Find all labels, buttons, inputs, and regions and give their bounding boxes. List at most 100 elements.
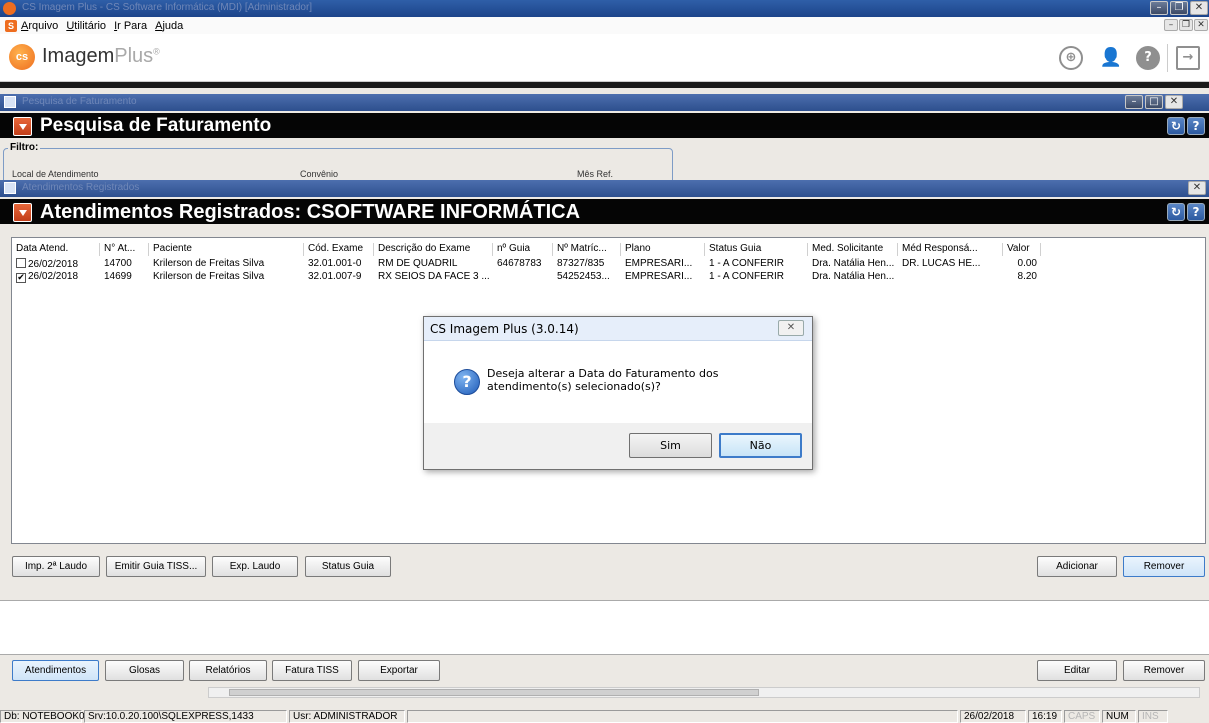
cell-data: 26/02/2018 bbox=[28, 259, 79, 270]
table-row[interactable]: ✔ 26/02/2018 14699 Krilerson de Freitas S… bbox=[12, 271, 1041, 284]
menu-logo-icon: S bbox=[5, 19, 17, 32]
row-checkbox-checked[interactable]: ✔ bbox=[16, 273, 26, 283]
table-row[interactable]: 26/02/2018 14700 Krilerson de Freitas Si… bbox=[12, 258, 1041, 271]
col-header-descricao[interactable]: Descrição do Exame bbox=[374, 243, 493, 256]
tab-fatura-tiss[interactable]: Fatura TISS bbox=[272, 660, 352, 681]
collapse-arrow-icon[interactable] bbox=[13, 117, 32, 136]
brand-name: ImagemPlus® bbox=[42, 45, 160, 68]
refresh-icon[interactable]: ↻ bbox=[1167, 203, 1185, 221]
mdi-minimize-icon[interactable]: – bbox=[1164, 19, 1178, 31]
col-header-data[interactable]: Data Atend. bbox=[12, 243, 100, 256]
col-header-guia[interactable]: nº Guia bbox=[493, 243, 553, 256]
pesquisa-header: Pesquisa de Faturamento ↻ ? bbox=[0, 113, 1209, 140]
remover-button[interactable]: Remover bbox=[1123, 556, 1205, 577]
restore-icon[interactable]: ❐ bbox=[1170, 1, 1188, 15]
imp-2a-laudo-button[interactable]: Imp. 2ª Laudo bbox=[12, 556, 100, 577]
pesquisa-window-titlebar: Pesquisa de Faturamento – □ ✕ bbox=[0, 94, 1209, 111]
cell-descricao: RX SEIOS DA FACE 3 ... bbox=[378, 271, 490, 282]
mdi-top-strip bbox=[0, 82, 1209, 88]
cell-matricula: 87327/835 bbox=[557, 258, 605, 269]
dialog-titlebar: CS Imagem Plus (3.0.14) ✕ bbox=[424, 317, 812, 341]
status-guia-button[interactable]: Status Guia bbox=[305, 556, 391, 577]
cell-status: 1 - A CONFERIR bbox=[709, 271, 785, 282]
window-icon bbox=[4, 182, 16, 194]
emitir-guia-tiss-button[interactable]: Emitir Guia TISS... bbox=[106, 556, 206, 577]
cell-valor: 0.00 bbox=[1017, 258, 1037, 269]
brand-name-text: Imagem bbox=[42, 45, 115, 67]
cell-descricao: RM DE QUADRIL bbox=[378, 258, 458, 269]
cell-med-responsavel bbox=[898, 271, 1003, 284]
col-header-med-solicitante[interactable]: Med. Solicitante bbox=[808, 243, 898, 256]
brand-plus-text: Plus bbox=[114, 45, 154, 67]
dialog-message: Deseja alterar a Data do Faturamento dos… bbox=[487, 367, 719, 393]
exp-laudo-button[interactable]: Exp. Laudo bbox=[212, 556, 298, 577]
close-icon[interactable]: ✕ bbox=[1190, 1, 1208, 15]
tab-glosas[interactable]: Glosas bbox=[105, 660, 184, 681]
menu-utilitario[interactable]: Utilitário bbox=[66, 20, 106, 32]
cell-med-responsavel: DR. LUCAS HE... bbox=[902, 258, 981, 269]
col-header-cod-exame[interactable]: Cód. Exame bbox=[304, 243, 374, 256]
remover-bottom-button[interactable]: Remover bbox=[1123, 660, 1205, 681]
adicionar-button[interactable]: Adicionar bbox=[1037, 556, 1117, 577]
user-icon[interactable]: 👤 bbox=[1099, 46, 1123, 70]
globe-icon[interactable]: ⊕ bbox=[1059, 46, 1083, 70]
cell-med-solicitante: Dra. Natália Hen... bbox=[812, 271, 895, 282]
brand-separator bbox=[1167, 44, 1168, 72]
col-header-num[interactable]: N° At... bbox=[100, 243, 149, 256]
atendimentos-header: Atendimentos Registrados: CSOFTWARE INFO… bbox=[0, 199, 1209, 227]
sim-button[interactable]: Sim bbox=[629, 433, 712, 458]
filter-label-mes-ref: Mês Ref. bbox=[577, 169, 614, 179]
app-title: CS Imagem Plus - CS Software Informática… bbox=[22, 2, 313, 13]
atendimentos-header-title: Atendimentos Registrados: CSOFTWARE INFO… bbox=[40, 201, 581, 223]
dialog-close-icon[interactable]: ✕ bbox=[778, 320, 804, 336]
tab-exportar[interactable]: Exportar bbox=[358, 660, 440, 681]
status-caps: CAPS bbox=[1064, 710, 1100, 723]
brand-bar: cs ImagemPlus® ⊕ 👤 ? → bbox=[0, 34, 1209, 82]
app-logo-icon bbox=[3, 2, 16, 15]
menu-ir-para[interactable]: Ir Para bbox=[114, 20, 147, 32]
tab-atendimentos[interactable]: Atendimentos bbox=[12, 660, 99, 681]
col-header-med-responsavel[interactable]: Méd Responsá... bbox=[898, 243, 1003, 256]
menu-ajuda[interactable]: Ajuda bbox=[155, 20, 183, 32]
cell-guia bbox=[493, 271, 553, 284]
exit-icon[interactable]: → bbox=[1176, 46, 1200, 70]
help-icon[interactable]: ? bbox=[1187, 203, 1205, 221]
window-icon bbox=[4, 96, 16, 108]
cell-valor: 8.20 bbox=[1017, 271, 1037, 282]
col-header-matricula[interactable]: Nº Matríc... bbox=[553, 243, 621, 256]
cell-paciente: Krilerson de Freitas Silva bbox=[153, 258, 265, 269]
row-checkbox[interactable] bbox=[16, 258, 26, 268]
mdi-close-icon[interactable]: ✕ bbox=[1194, 19, 1208, 31]
pesquisa-minimize-icon[interactable]: – bbox=[1125, 95, 1143, 109]
cell-status: 1 - A CONFERIR bbox=[709, 258, 785, 269]
help-icon[interactable]: ? bbox=[1187, 117, 1205, 135]
collapse-arrow-icon[interactable] bbox=[13, 203, 32, 222]
minimize-icon[interactable]: – bbox=[1150, 1, 1168, 15]
cell-plano: EMPRESARI... bbox=[625, 271, 693, 282]
atendimentos-close-icon[interactable]: ✕ bbox=[1188, 181, 1206, 195]
refresh-icon[interactable]: ↻ bbox=[1167, 117, 1185, 135]
pesquisa-maximize-icon[interactable]: □ bbox=[1145, 95, 1163, 109]
cell-paciente: Krilerson de Freitas Silva bbox=[153, 271, 265, 282]
col-header-paciente[interactable]: Paciente bbox=[149, 243, 304, 256]
horizontal-scrollbar[interactable] bbox=[208, 687, 1200, 698]
mdi-restore-icon[interactable]: ❐ bbox=[1179, 19, 1193, 31]
pesquisa-close-icon[interactable]: ✕ bbox=[1165, 95, 1183, 109]
menu-arquivo[interactable]: Arquivo bbox=[21, 20, 58, 32]
help-icon[interactable]: ? bbox=[1136, 46, 1160, 70]
pesquisa-header-title: Pesquisa de Faturamento bbox=[40, 115, 272, 136]
tab-relatorios[interactable]: Relatórios bbox=[189, 660, 267, 681]
confirm-dialog: CS Imagem Plus (3.0.14) ✕ ? Deseja alter… bbox=[423, 316, 813, 470]
col-header-status[interactable]: Status Guia bbox=[705, 243, 808, 256]
status-ins: INS bbox=[1138, 710, 1168, 723]
editar-button[interactable]: Editar bbox=[1037, 660, 1117, 681]
cell-matricula: 54252453... bbox=[557, 271, 610, 282]
cell-guia: 64678783 bbox=[497, 258, 542, 269]
col-header-plano[interactable]: Plano bbox=[621, 243, 705, 256]
nao-button[interactable]: Não bbox=[719, 433, 802, 458]
col-header-valor[interactable]: Valor bbox=[1003, 243, 1041, 256]
scrollbar-thumb[interactable] bbox=[229, 689, 759, 696]
status-num: NUM bbox=[1102, 710, 1136, 723]
dialog-title: CS Imagem Plus (3.0.14) bbox=[430, 322, 579, 336]
status-srv: Srv:10.0.20.100\SQLEXPRESS,1433 bbox=[84, 710, 287, 723]
